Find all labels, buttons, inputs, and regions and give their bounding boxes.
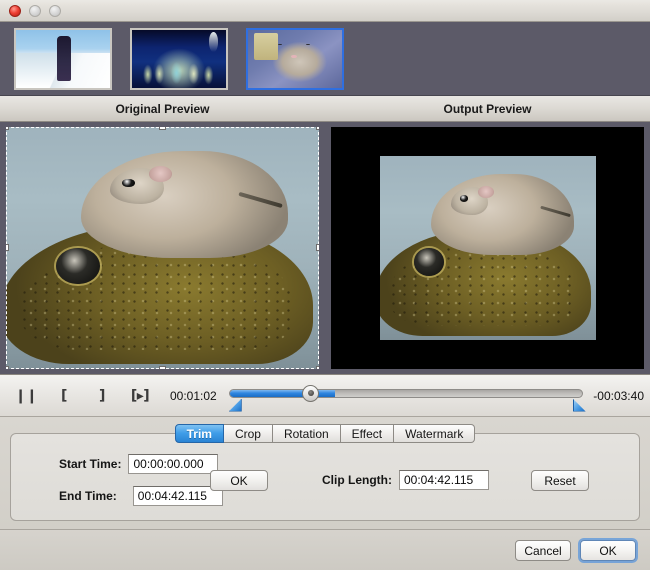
original-preview-pane[interactable] xyxy=(0,122,325,374)
clip-length-input[interactable]: 00:04:42.115 xyxy=(398,470,489,490)
close-button-icon[interactable] xyxy=(9,5,21,17)
footer-buttons: Cancel OK xyxy=(515,540,636,561)
window-controls xyxy=(9,5,61,17)
title-bar xyxy=(0,0,650,22)
frog-eye xyxy=(56,248,100,285)
thumbnail-item-kitten[interactable] xyxy=(246,27,344,90)
tab-crop[interactable]: Crop xyxy=(223,424,273,443)
start-time-row: Start Time: 00:00:00.000 xyxy=(59,454,219,474)
mouse-tail xyxy=(238,191,284,209)
crop-handle-middle-left[interactable] xyxy=(6,244,9,251)
timeline-progress-fill xyxy=(229,389,336,397)
video-editor-window: Original Preview Output Preview ❙❙ [] [… xyxy=(0,0,650,570)
clip-length-label: Clip Length: xyxy=(322,473,392,487)
mouse-body-output xyxy=(431,174,574,256)
tab-strip: Trim Crop Rotation Effect Watermark xyxy=(0,424,650,443)
timeline-slider[interactable] xyxy=(228,381,586,412)
end-time-row: End Time: 00:04:42.115 xyxy=(59,486,223,506)
trim-start-marker[interactable] xyxy=(228,398,242,412)
set-in-point-button[interactable]: [ xyxy=(50,384,78,408)
end-time-label: End Time: xyxy=(59,489,117,503)
tab-rotation[interactable]: Rotation xyxy=(272,424,341,443)
mouse-ear xyxy=(149,166,172,183)
mouse-tail-output xyxy=(539,205,571,218)
crop-handle-bottom-left[interactable] xyxy=(6,366,9,369)
transport-bar: ❙❙ [ ] [▸] 00:01:02 -00:03:40 xyxy=(0,374,650,417)
thumbnail-item-stage[interactable] xyxy=(130,27,228,90)
reset-button[interactable]: Reset xyxy=(531,470,589,491)
original-preview-label: Original Preview xyxy=(115,101,210,116)
timeline-knob[interactable] xyxy=(302,384,320,402)
frog-and-mouse-artwork-output xyxy=(379,156,596,340)
crop-handle-bottom-right[interactable] xyxy=(316,366,319,369)
crop-handle-top-right[interactable] xyxy=(316,127,319,130)
cancel-button[interactable]: Cancel xyxy=(515,540,571,561)
play-selection-button[interactable]: [▸] xyxy=(126,384,154,408)
skier-thumbnail-image xyxy=(16,29,110,88)
footer-bar: Cancel OK xyxy=(0,529,650,570)
start-time-label: Start Time: xyxy=(59,457,122,471)
kitten-thumbnail-image xyxy=(248,29,342,88)
original-preview-image xyxy=(6,127,319,369)
trim-end-marker[interactable] xyxy=(572,398,586,412)
frog-and-mouse-artwork xyxy=(6,127,319,369)
trim-tab-panel: Start Time: 00:00:00.000 End Time: 00:04… xyxy=(10,433,640,521)
thumbnail-item-skier[interactable] xyxy=(14,27,112,90)
start-time-input[interactable]: 00:00:00.000 xyxy=(128,454,219,474)
tab-watermark[interactable]: Watermark xyxy=(394,424,476,443)
editor-tabs-area: Start Time: 00:00:00.000 End Time: 00:04… xyxy=(0,417,650,529)
crop-handle-top-center[interactable] xyxy=(158,127,166,130)
frog-eye-output xyxy=(414,248,445,276)
stage-thumbnail-image xyxy=(132,29,226,88)
output-preview-pane[interactable] xyxy=(325,122,650,374)
crop-handle-top-left[interactable] xyxy=(6,127,9,130)
apply-ok-button[interactable]: OK xyxy=(210,470,268,491)
tab-trim[interactable]: Trim xyxy=(174,424,224,443)
ok-button[interactable]: OK xyxy=(580,540,636,561)
minimize-button-icon[interactable] xyxy=(29,5,41,17)
current-time-label: 00:01:02 xyxy=(170,388,217,403)
output-preview-image xyxy=(379,156,596,340)
output-letterbox xyxy=(331,127,644,369)
clip-length-row: Clip Length: 00:04:42.115 xyxy=(322,470,489,490)
preview-header: Original Preview Output Preview xyxy=(0,96,650,122)
thumbnail-strip xyxy=(0,22,650,96)
apply-time-row: OK xyxy=(210,470,268,491)
preview-panes xyxy=(0,122,650,374)
timeline-track[interactable] xyxy=(228,388,584,398)
mouse-ear-output xyxy=(478,185,495,198)
maximize-button-icon[interactable] xyxy=(49,5,61,17)
mouse-body xyxy=(81,151,288,258)
crop-handle-bottom-center[interactable] xyxy=(158,366,166,369)
crop-handle-middle-right[interactable] xyxy=(316,244,319,251)
set-out-point-button[interactable]: ] xyxy=(88,384,116,408)
reset-row: Reset xyxy=(531,470,589,491)
output-preview-label: Output Preview xyxy=(443,101,532,116)
remaining-time-label: -00:03:40 xyxy=(593,388,644,403)
tab-effect[interactable]: Effect xyxy=(340,424,395,443)
pause-button[interactable]: ❙❙ xyxy=(12,384,40,408)
